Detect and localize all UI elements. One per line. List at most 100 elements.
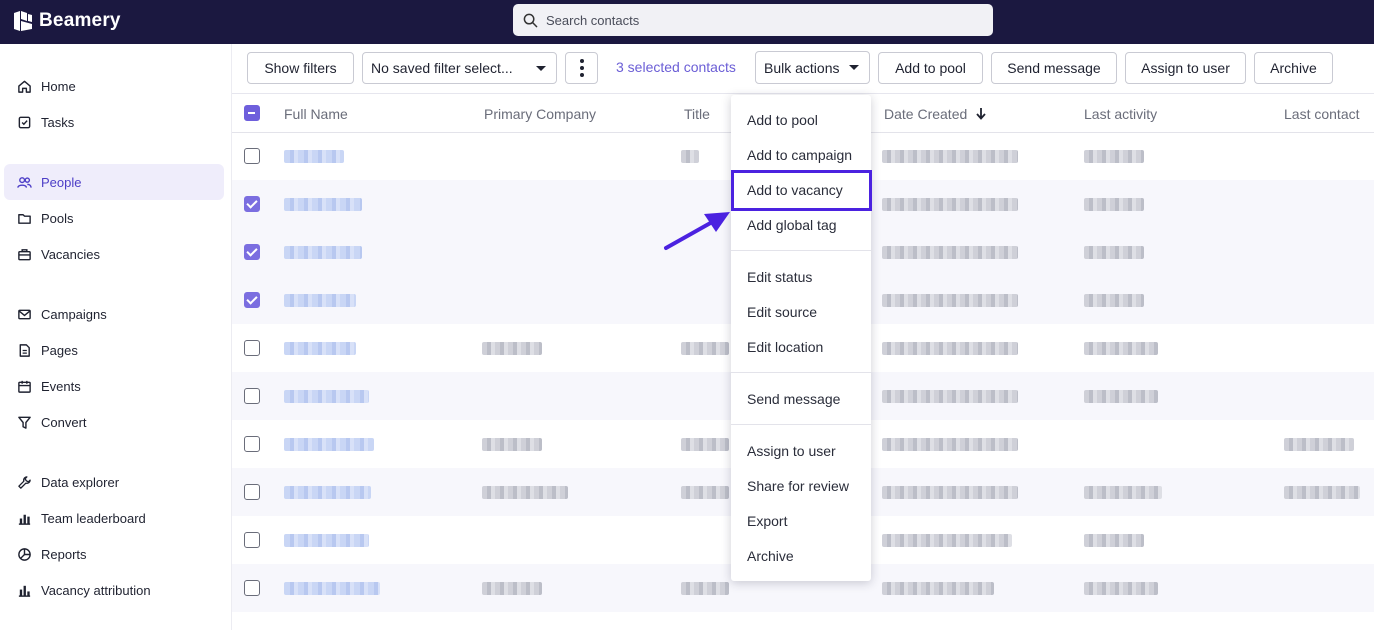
row-checkbox[interactable]	[244, 196, 260, 212]
redacted-date-created	[882, 294, 1018, 307]
sidebar-item-campaigns[interactable]: Campaigns	[4, 296, 224, 332]
sidebar-item-label: Vacancies	[41, 246, 101, 262]
sidebar-item-label: Data explorer	[41, 474, 120, 490]
menu-item-edit-status[interactable]: Edit status	[731, 259, 871, 294]
menu-item-add-to-pool[interactable]: Add to pool	[731, 102, 871, 137]
add-to-pool-button[interactable]: Add to pool	[878, 52, 983, 84]
bar-chart-icon	[18, 585, 31, 597]
contact-name-link[interactable]	[284, 150, 344, 163]
contact-name-link[interactable]	[284, 294, 356, 307]
sidebar-item-pools[interactable]: Pools	[4, 200, 224, 236]
redacted-date-created	[882, 534, 1012, 547]
column-header-date-created[interactable]: Date Created	[884, 106, 987, 122]
sidebar-item-label: Vacancy attribution	[41, 582, 151, 598]
menu-item-archive[interactable]: Archive	[731, 538, 871, 573]
menu-divider	[731, 424, 871, 425]
redacted-title	[681, 150, 699, 163]
caret-down-icon	[849, 65, 859, 70]
menu-item-add-global-tag[interactable]: Add global tag	[731, 207, 871, 242]
redacted-last-activity	[1084, 198, 1144, 211]
row-checkbox[interactable]	[244, 532, 260, 548]
menu-item-edit-location[interactable]: Edit location	[731, 329, 871, 364]
pointer-arrow-icon	[664, 212, 730, 250]
row-checkbox[interactable]	[244, 436, 260, 452]
contact-name-link[interactable]	[284, 342, 356, 355]
redacted-last-activity	[1084, 390, 1158, 403]
contact-name-link[interactable]	[284, 534, 369, 547]
redacted-last-activity	[1084, 582, 1158, 595]
row-checkbox[interactable]	[244, 580, 260, 596]
calendar-icon	[18, 380, 31, 393]
folder-icon	[18, 213, 31, 224]
sidebar-item-team-leaderboard[interactable]: Team leaderboard	[4, 500, 224, 536]
highlight-box	[731, 170, 872, 211]
redacted-company	[482, 342, 542, 355]
column-header-title[interactable]: Title	[684, 106, 710, 122]
more-options-button[interactable]	[565, 52, 598, 84]
column-header-full-name[interactable]: Full Name	[284, 106, 348, 122]
column-header-last-contact[interactable]: Last contact	[1284, 106, 1360, 122]
menu-item-edit-source[interactable]: Edit source	[731, 294, 871, 329]
contact-name-link[interactable]	[284, 438, 374, 451]
beamery-logo[interactable]: Beamery	[12, 9, 121, 33]
sidebar-item-reports[interactable]: Reports	[4, 536, 224, 572]
selected-contacts-count: 3 selected contacts	[616, 59, 736, 75]
pie-chart-icon	[18, 547, 31, 561]
contact-name-link[interactable]	[284, 390, 369, 403]
assign-to-user-button[interactable]: Assign to user	[1125, 52, 1246, 84]
sidebar: Home Tasks People Pools Vacancies Campai…	[0, 44, 232, 630]
bulk-actions-menu: Add to pool Add to campaign Add to vacan…	[731, 95, 871, 581]
menu-item-assign-to-user[interactable]: Assign to user	[731, 433, 871, 468]
menu-item-add-to-campaign[interactable]: Add to campaign	[731, 137, 871, 172]
sidebar-item-events[interactable]: Events	[4, 368, 224, 404]
sidebar-item-pages[interactable]: Pages	[4, 332, 224, 368]
sidebar-item-home[interactable]: Home	[4, 68, 224, 104]
menu-divider	[731, 372, 871, 373]
show-filters-button[interactable]: Show filters	[247, 52, 354, 84]
contact-name-link[interactable]	[284, 246, 362, 259]
sidebar-item-people[interactable]: People	[4, 164, 224, 200]
menu-item-export[interactable]: Export	[731, 503, 871, 538]
sidebar-item-data-explorer[interactable]: Data explorer	[4, 464, 224, 500]
bulk-actions-button[interactable]: Bulk actions	[755, 51, 870, 84]
menu-divider	[731, 250, 871, 251]
row-checkbox[interactable]	[244, 484, 260, 500]
tasks-icon	[18, 116, 31, 128]
contact-name-link[interactable]	[284, 582, 380, 595]
sidebar-item-vacancy-attribution[interactable]: Vacancy attribution	[4, 572, 224, 608]
search-input[interactable]	[546, 12, 966, 28]
page-icon	[19, 343, 30, 357]
menu-item-share-for-review[interactable]: Share for review	[731, 468, 871, 503]
search-bar[interactable]	[513, 4, 993, 36]
row-checkbox[interactable]	[244, 148, 260, 164]
sidebar-item-tasks[interactable]: Tasks	[4, 104, 224, 140]
column-header-primary-company[interactable]: Primary Company	[484, 106, 596, 122]
sidebar-item-label: Events	[41, 378, 81, 394]
contact-name-link[interactable]	[284, 198, 362, 211]
select-all-checkbox[interactable]	[244, 105, 260, 121]
column-header-label: Date Created	[884, 106, 968, 122]
briefcase-icon	[18, 248, 31, 260]
redacted-date-created	[882, 342, 1018, 355]
sidebar-item-label: People	[41, 174, 82, 190]
redacted-date-created	[882, 390, 1018, 403]
mail-icon	[18, 309, 31, 319]
wrench-icon	[18, 475, 31, 489]
row-checkbox[interactable]	[244, 244, 260, 260]
search-icon	[523, 13, 538, 27]
redacted-last-contact	[1284, 486, 1360, 499]
contact-name-link[interactable]	[284, 486, 371, 499]
contacts-toolbar: Show filters No saved filter select... 3…	[232, 44, 1374, 94]
menu-item-send-message[interactable]: Send message	[731, 381, 871, 416]
send-message-button[interactable]: Send message	[991, 52, 1117, 84]
row-checkbox[interactable]	[244, 292, 260, 308]
sidebar-item-label: Pages	[41, 342, 78, 358]
row-checkbox[interactable]	[244, 388, 260, 404]
redacted-title	[681, 342, 729, 355]
archive-button[interactable]: Archive	[1254, 52, 1333, 84]
sidebar-item-convert[interactable]: Convert	[4, 404, 224, 440]
column-header-last-activity[interactable]: Last activity	[1084, 106, 1157, 122]
row-checkbox[interactable]	[244, 340, 260, 356]
saved-filter-select[interactable]: No saved filter select...	[362, 52, 557, 84]
sidebar-item-vacancies[interactable]: Vacancies	[4, 236, 224, 272]
